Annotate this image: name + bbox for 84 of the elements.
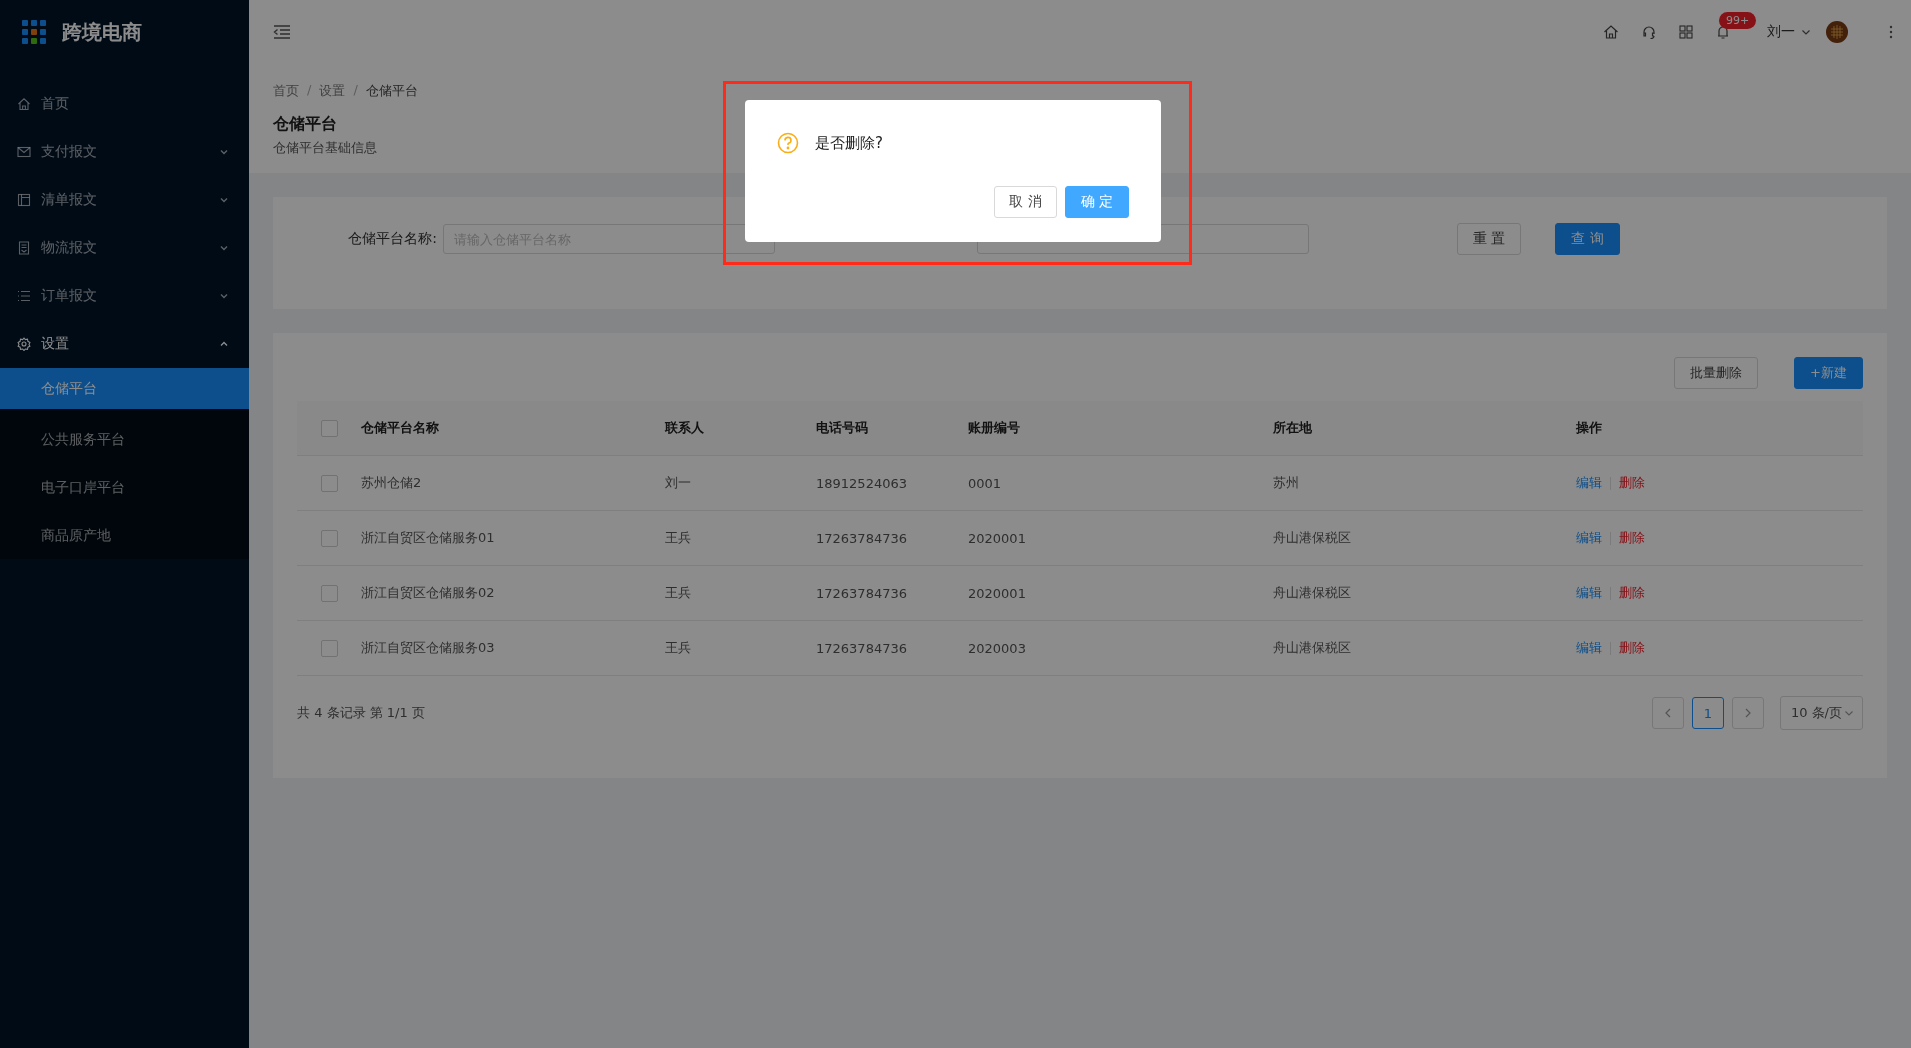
batch-delete-button[interactable]: 批量删除 [1674, 357, 1759, 389]
confirm-button[interactable]: 确 定 [1064, 186, 1129, 218]
menu-item[interactable]: 订单报文 [0, 272, 249, 320]
page-title: 仓储平台 [273, 114, 337, 135]
avatar[interactable] [1825, 20, 1849, 44]
checkbox[interactable] [320, 474, 338, 492]
table-cell-text: 浙江自贸区仓储服务03 [361, 639, 496, 657]
table-cell-text: 0001 [968, 475, 1003, 491]
menu-item[interactable]: 首页 [0, 80, 249, 128]
submenu-item[interactable]: 公共服务平台 [0, 415, 249, 463]
notification-badge: 99+ [1719, 12, 1757, 29]
page-size-select[interactable]: 10 条/页 [1779, 696, 1863, 730]
table-cell-text: 2020001 [968, 530, 1027, 546]
cancel-button[interactable]: 取 消 [994, 186, 1057, 218]
chevron-right-icon [1743, 708, 1752, 718]
menu-item[interactable]: 清单报文 [0, 176, 249, 224]
search-button[interactable]: 查 询 [1555, 223, 1620, 255]
app-title: 跨境电商 [62, 18, 142, 46]
checkbox[interactable] [320, 639, 338, 657]
more-icon[interactable] [1889, 25, 1893, 39]
headset-icon[interactable] [1641, 24, 1657, 40]
table-cell-text: 王兵 [665, 584, 692, 602]
table-cell-text: 舟山港保税区 [1273, 529, 1352, 547]
edit-link[interactable]: 编辑 [1576, 529, 1602, 547]
table-cell-text: 浙江自贸区仓储服务01 [361, 529, 496, 547]
checkbox[interactable] [320, 419, 338, 437]
chevron-icon [1844, 708, 1854, 718]
breadcrumb-item[interactable]: 首页 [273, 82, 299, 100]
column-header: 仓储平台名称 [361, 419, 440, 437]
breadcrumb-separator: / [307, 82, 312, 99]
column-header: 账册编号 [968, 419, 1021, 437]
edit-link[interactable]: 编辑 [1576, 474, 1602, 492]
table-cell-text: 苏州 [1273, 474, 1300, 492]
breadcrumb-separator: / [353, 82, 358, 99]
delete-link[interactable]: 删除 [1619, 639, 1645, 657]
breadcrumb-item[interactable]: 仓储平台 [365, 82, 418, 100]
breadcrumb-item[interactable]: 设置 [319, 82, 346, 100]
dialog-message: 是否删除? [815, 133, 883, 153]
home-icon[interactable] [1603, 24, 1619, 40]
question-icon [777, 132, 799, 154]
field-label: 仓储平台名称: [348, 230, 437, 248]
bell-icon[interactable] [1715, 24, 1731, 40]
column-header: 电话号码 [816, 419, 869, 437]
grid-icon[interactable] [1679, 25, 1693, 39]
chevron-left-icon [1663, 708, 1672, 718]
page-button[interactable]: 1 [1691, 697, 1724, 729]
chevron-icon[interactable] [1801, 27, 1811, 37]
delete-link[interactable]: 删除 [1619, 474, 1645, 492]
table-cell-text: 王兵 [665, 529, 692, 547]
submenu-item[interactable]: 电子口岸平台 [0, 463, 249, 511]
table-cell-text: 17263784736 [816, 585, 908, 601]
table-cell-text: 王兵 [665, 639, 692, 657]
column-header: 操作 [1576, 419, 1603, 437]
table-cell-text: 17263784736 [816, 640, 908, 656]
table-cell-text: 舟山港保税区 [1273, 584, 1352, 602]
checkbox[interactable] [320, 584, 338, 602]
reset-button[interactable]: 重 置 [1457, 223, 1522, 255]
new-button[interactable]: +新建 [1794, 357, 1863, 389]
chevron-icon [219, 339, 229, 349]
delete-link[interactable]: 删除 [1619, 529, 1645, 547]
table-cell-text: 苏州仓储2 [361, 474, 423, 492]
table-cell-text: 浙江自贸区仓储服务02 [361, 584, 496, 602]
menu-item[interactable]: 物流报文 [0, 224, 249, 272]
user-name[interactable]: 刘一 [1767, 23, 1795, 41]
page-subtitle: 仓储平台基础信息 [273, 139, 377, 157]
delete-link[interactable]: 删除 [1619, 584, 1645, 602]
table-cell-text: 舟山港保税区 [1273, 639, 1352, 657]
settings-icon [17, 337, 31, 351]
table-cell-text: 2020003 [968, 640, 1027, 656]
submenu-item[interactable]: 仓储平台 [0, 368, 249, 409]
logo-icon [22, 20, 46, 44]
record-summary: 共 4 条记录 第 1/1 页 [297, 704, 425, 722]
column-header: 联系人 [665, 419, 705, 437]
checkbox[interactable] [320, 529, 338, 547]
edit-link[interactable]: 编辑 [1576, 584, 1602, 602]
table-cell-text: 18912524063 [816, 475, 908, 491]
submenu-item[interactable]: 商品原产地 [0, 511, 249, 559]
menu-item[interactable]: 设置 [0, 320, 249, 368]
menu-item[interactable]: 支付报文 [0, 128, 249, 176]
menu-icon[interactable] [273, 24, 291, 40]
edit-link[interactable]: 编辑 [1576, 639, 1602, 657]
table-cell-text: 2020001 [968, 585, 1027, 601]
table-cell-text: 17263784736 [816, 530, 908, 546]
column-header: 所在地 [1273, 419, 1313, 437]
